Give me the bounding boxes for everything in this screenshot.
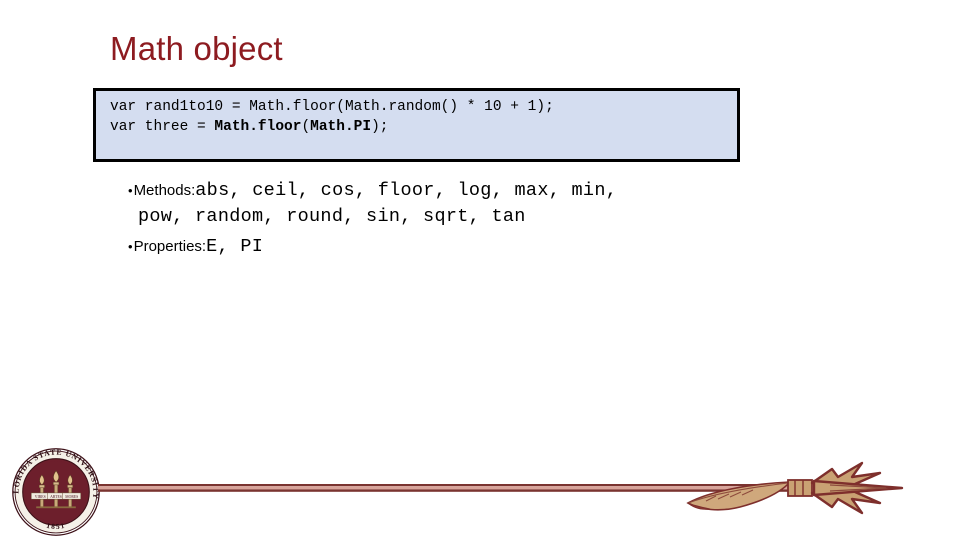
code-token-open-paren: ( bbox=[301, 119, 311, 135]
code-token-close-paren-semicolon: ); bbox=[371, 119, 389, 135]
bullet-dot-icon: • bbox=[128, 183, 133, 198]
svg-text:VIRES: VIRES bbox=[35, 495, 46, 499]
florida-state-university-seal-icon: FLORIDA STATE UNIVERSITY 1851 bbox=[11, 447, 100, 536]
fsu-spear-icon bbox=[98, 461, 904, 515]
code-block: var rand1to10 = Math.floor(Math.random()… bbox=[93, 88, 740, 162]
svg-text:ARTES: ARTES bbox=[50, 495, 62, 499]
bullet-item-properties: •Properties:E, PI bbox=[128, 234, 848, 259]
code-line-1: var rand1to10 = Math.floor(Math.random()… bbox=[110, 99, 554, 115]
bullet-list: •Methods:abs, ceil, cos, floor, log, max… bbox=[128, 178, 848, 261]
svg-text:MORES: MORES bbox=[65, 495, 78, 499]
bullet-label-methods: Methods: bbox=[133, 182, 196, 199]
code-token-var-three: var three = bbox=[110, 119, 215, 135]
methods-line-2: pow, random, round, sin, sqrt, tan bbox=[138, 206, 526, 227]
footer-decoration: FLORIDA STATE UNIVERSITY 1851 bbox=[0, 430, 960, 540]
code-token-math-floor: Math.floor bbox=[214, 119, 302, 135]
page-title: Math object bbox=[110, 30, 283, 67]
code-token-math-pi: Math.PI bbox=[310, 119, 372, 135]
bullet-dot-icon: • bbox=[128, 239, 133, 254]
code-line-2: var three = Math.floor(Math.PI); bbox=[110, 117, 737, 137]
methods-line-1: abs, ceil, cos, floor, log, max, min, bbox=[195, 180, 618, 201]
bullet-label-properties: Properties: bbox=[133, 238, 207, 255]
properties-line-1: E, PI bbox=[206, 236, 264, 257]
bullet-item-methods: •Methods:abs, ceil, cos, floor, log, max… bbox=[128, 178, 848, 230]
